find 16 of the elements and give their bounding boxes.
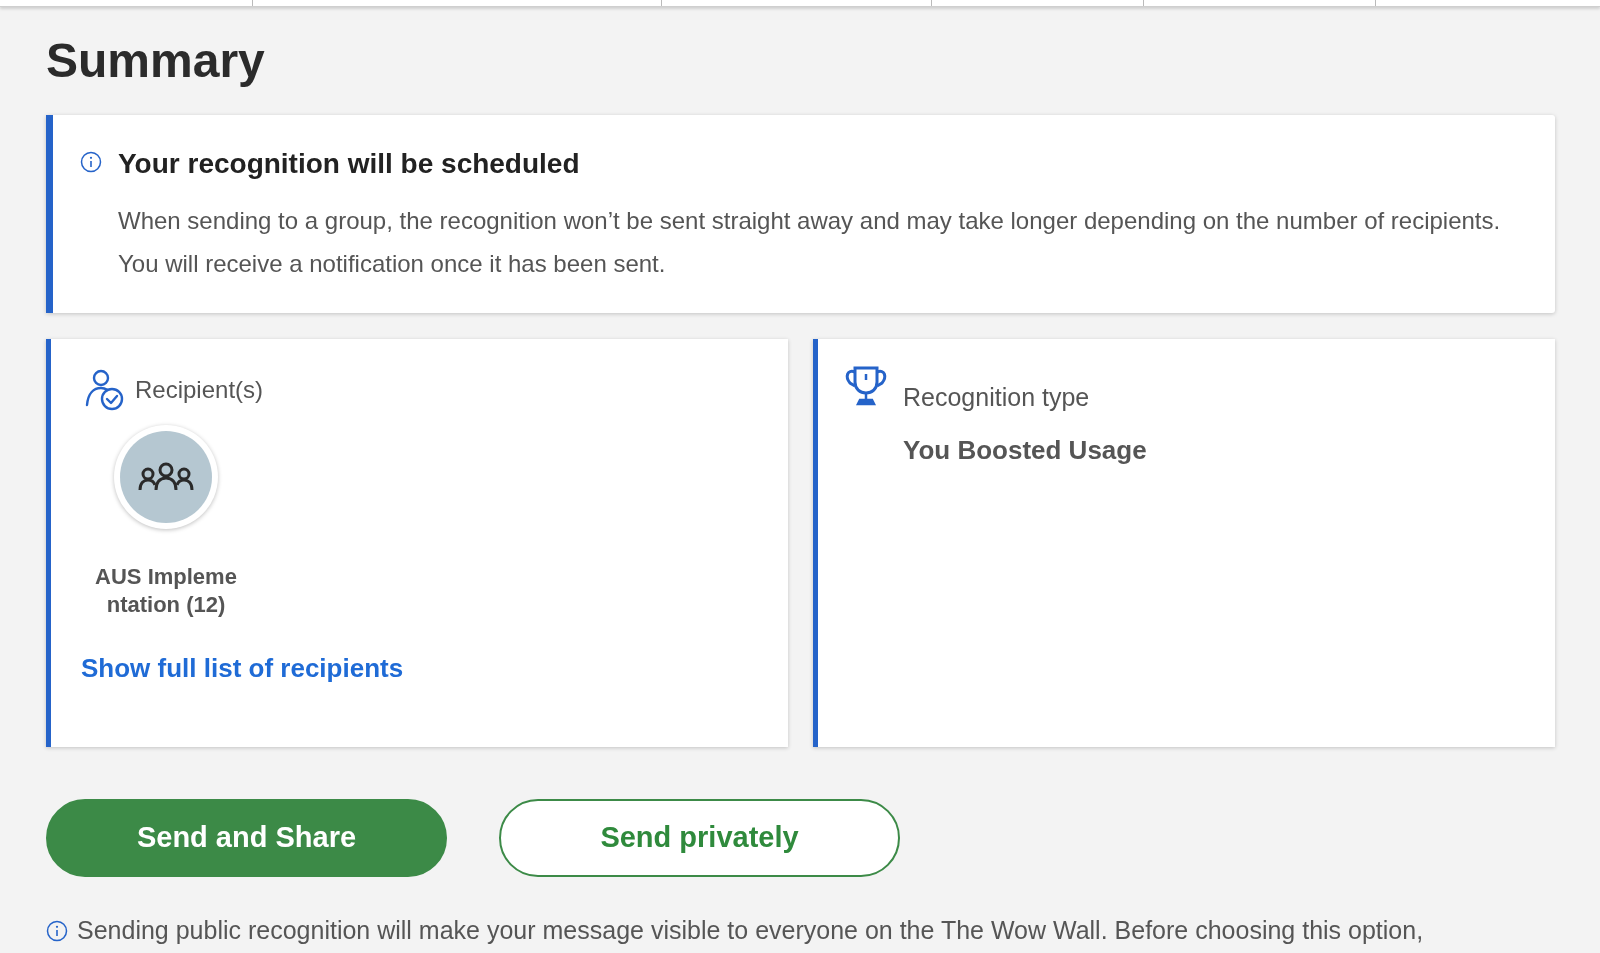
recognition-type-value: You Boosted Usage: [903, 433, 1147, 467]
info-icon: [80, 151, 102, 173]
recipients-label: Recipient(s): [135, 375, 264, 405]
public-recognition-note: Sending public recognition will make your message visible to everyone on the The Wow Wall. Before choosing this option,: [77, 915, 1424, 946]
info-icon: [46, 919, 68, 942]
trophy-icon: [843, 365, 889, 407]
send-button[interactable]: Send privately: [499, 799, 900, 877]
recognition-type-label: Recognition type: [903, 382, 1090, 413]
banner-message: When sending to a group, the recognition won’t be sent straight away and may take longer depending on the number of recipients. You will receive a notification once it has been sent.: [118, 206, 1502, 279]
people-icon: [137, 462, 195, 492]
banner-heading: Your recognition will be scheduled: [118, 147, 580, 181]
page-title: Summary: [46, 37, 265, 85]
send-button[interactable]: Send and Share: [46, 799, 447, 877]
person-check-icon: [85, 369, 125, 411]
recipient-name: AUS Implementation (12): [94, 563, 238, 619]
show-recipients-link[interactable]: Show full list of recipients: [81, 649, 404, 688]
